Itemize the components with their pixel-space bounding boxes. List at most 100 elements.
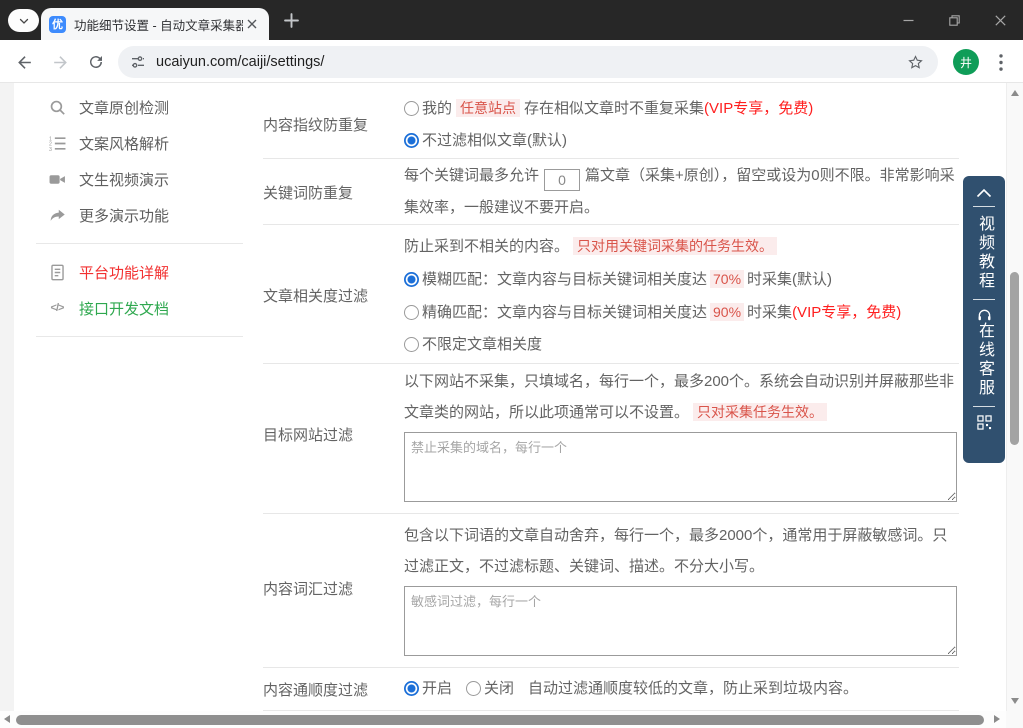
sidebar: 文章原创检测 123 文案风格解析 文生视频演示 更多演示功能 xyxy=(14,83,259,347)
sidebar-divider xyxy=(36,336,243,337)
site-info-icon[interactable] xyxy=(130,54,146,70)
scroll-down-arrow[interactable] xyxy=(1011,698,1019,704)
back-icon xyxy=(15,53,34,72)
sidebar-item-label: 文章原创检测 xyxy=(79,97,169,118)
qr-code-icon[interactable] xyxy=(977,415,992,430)
reload-button[interactable] xyxy=(84,50,108,74)
video-camera-icon xyxy=(48,170,66,188)
horizontal-scrollbar[interactable] xyxy=(0,711,1006,728)
option-text: 模糊匹配：文章内容与目标关键词相关度达 xyxy=(422,271,707,288)
url-text: ucaiyun.com/caiji/settings/ xyxy=(156,54,904,70)
star-icon xyxy=(907,54,924,71)
setting-row-fluency: 内容通顺度过滤 开启关闭自动过滤通顺度较低的文章，防止采到垃圾内容。 xyxy=(263,668,959,711)
sidebar-item-api-docs[interactable]: </> 接口开发文档 xyxy=(14,290,259,326)
horizontal-scrollbar-thumb[interactable] xyxy=(16,715,984,725)
scroll-up-arrow[interactable] xyxy=(1011,90,1019,96)
sidebar-divider xyxy=(36,243,243,244)
row-label: 内容词汇过滤 xyxy=(263,520,404,656)
radio-my-sites[interactable] xyxy=(404,101,419,116)
browser-window: 优 功能细节设置 - 自动文章采集器 ucaiyun. xyxy=(0,0,1023,728)
headset-icon[interactable] xyxy=(977,308,992,322)
blocked-domains-textarea[interactable] xyxy=(404,432,957,502)
back-button[interactable] xyxy=(12,50,36,74)
window-controls xyxy=(885,0,1023,40)
row-label: 关键词防重复 xyxy=(263,160,404,224)
desc-text: 自动过滤通顺度较低的文章，防止采到垃圾内容。 xyxy=(528,680,858,697)
max-articles-input[interactable] xyxy=(544,169,580,191)
desc-text: 每个关键词最多允许 xyxy=(404,167,539,184)
option-text: 精确匹配：文章内容与目标关键词相关度达 xyxy=(422,304,707,321)
radio-fluency-off[interactable] xyxy=(466,681,481,696)
browser-menu-button[interactable] xyxy=(992,50,1010,74)
desc-text: 防止采到不相关的内容。 xyxy=(404,238,569,255)
panel-divider xyxy=(973,299,995,300)
reload-icon xyxy=(87,53,105,71)
highlight-any-site: 任意站点 xyxy=(456,99,520,117)
sidebar-item-style-analysis[interactable]: 123 文案风格解析 xyxy=(14,125,259,161)
search-icon xyxy=(48,98,66,116)
setting-row-fingerprint: 内容指纹防重复 我的任意站点存在相似文章时不重复采集(VIP专享，免费) 不过滤… xyxy=(263,83,959,159)
page-viewport: 文章原创检测 123 文案风格解析 文生视频演示 更多演示功能 xyxy=(0,83,1023,728)
sidebar-item-more-demos[interactable]: 更多演示功能 xyxy=(14,197,259,233)
forward-button[interactable] xyxy=(48,50,72,74)
desc-text: 包含以下词语的文章自动舍弃，每行一个，最多2000个，通常用于屏蔽敏感词。只过滤… xyxy=(404,527,947,575)
row-label: 文章相关度过滤 xyxy=(263,230,404,361)
chevron-up-icon xyxy=(976,188,992,198)
setting-row-site-filter: 目标网站过滤 以下网站不采集，只填域名，每行一个，最多200个。系统会自动识别并… xyxy=(263,364,959,514)
desc-text: 以下网站不采集，只填域名，每行一个，最多200个。系统会自动识别并屏蔽那些非文章… xyxy=(404,373,954,421)
vertical-scrollbar-thumb[interactable] xyxy=(1010,272,1019,445)
option-text: 开启 xyxy=(422,680,452,697)
code-icon: </> xyxy=(48,299,66,317)
radio-no-relevance-limit[interactable] xyxy=(404,337,419,352)
radio-fluency-on[interactable] xyxy=(404,681,419,696)
new-tab-button[interactable] xyxy=(284,13,299,28)
sidebar-item-platform-guide[interactable]: 平台功能详解 xyxy=(14,254,259,290)
vertical-scrollbar[interactable] xyxy=(1006,83,1023,711)
sidebar-item-originality-check[interactable]: 文章原创检测 xyxy=(14,89,259,125)
panel-divider xyxy=(973,206,995,207)
option-text: 存在相似文章时不重复采集 xyxy=(524,100,704,117)
document-icon xyxy=(48,263,66,281)
option-text: 关闭 xyxy=(484,680,514,697)
share-arrow-icon xyxy=(48,206,66,224)
row-label: 内容指纹防重复 xyxy=(263,92,404,157)
radio-no-filter[interactable] xyxy=(404,133,419,148)
option-text: 不过滤相似文章(默认) xyxy=(422,132,567,149)
online-service-link[interactable]: 在线客服 xyxy=(974,322,994,398)
settings-form: 内容指纹防重复 我的任意站点存在相似文章时不重复采集(VIP专享，免费) 不过滤… xyxy=(263,83,959,711)
sensitive-words-textarea[interactable] xyxy=(404,586,957,656)
scroll-right-arrow[interactable] xyxy=(994,715,1000,723)
chevron-down-icon xyxy=(18,15,30,27)
tab-search-button[interactable] xyxy=(8,9,39,32)
restore-icon xyxy=(949,15,960,26)
minimize-icon xyxy=(903,15,914,26)
radio-exact-match[interactable] xyxy=(404,305,419,320)
bookmark-star-button[interactable] xyxy=(904,51,926,73)
tab-strip: 优 功能细节设置 - 自动文章采集器 xyxy=(0,0,1023,40)
setting-row-relevance: 文章相关度过滤 防止采到不相关的内容。只对用关键词采集的任务生效。 模糊匹配：文… xyxy=(263,225,959,364)
forward-icon xyxy=(51,53,70,72)
vip-note: (VIP专享，免费) xyxy=(792,304,901,321)
browser-tab[interactable]: 优 功能细节设置 - 自动文章采集器 xyxy=(41,8,269,40)
sidebar-item-text-to-video[interactable]: 文生视频演示 xyxy=(14,161,259,197)
scroll-left-arrow[interactable] xyxy=(4,715,10,723)
profile-avatar[interactable]: 井 xyxy=(953,49,979,75)
sidebar-item-label: 文案风格解析 xyxy=(79,133,169,154)
video-tutorial-link[interactable]: 视频教程 xyxy=(974,215,994,291)
tab-title: 功能细节设置 - 自动文章采集器 xyxy=(74,15,243,34)
address-bar[interactable]: ucaiyun.com/caiji/settings/ xyxy=(118,46,938,78)
page-gutter xyxy=(0,83,14,711)
option-text: 不限定文章相关度 xyxy=(422,336,542,353)
floating-help-panel: 视频教程 在线客服 xyxy=(963,176,1005,463)
back-to-top-button[interactable] xyxy=(976,188,992,198)
sidebar-item-label: 文生视频演示 xyxy=(79,169,169,190)
percent-badge: 70% xyxy=(710,270,744,288)
radio-fuzzy-match[interactable] xyxy=(404,272,419,287)
panel-divider xyxy=(973,406,995,407)
svg-text:3: 3 xyxy=(49,146,52,151)
tab-close-button[interactable] xyxy=(243,15,261,33)
close-window-button[interactable] xyxy=(977,0,1023,40)
minimize-button[interactable] xyxy=(885,0,931,40)
restore-button[interactable] xyxy=(931,0,977,40)
site-favicon: 优 xyxy=(49,16,66,33)
